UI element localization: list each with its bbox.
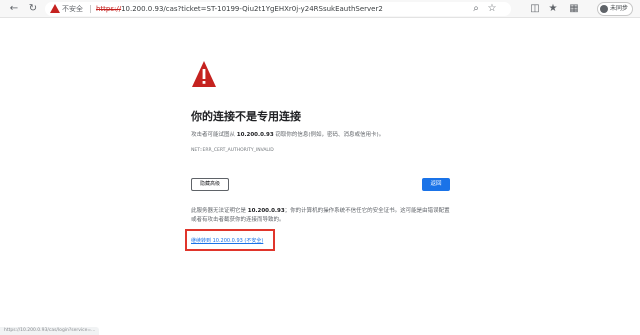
desc-suffix: 窃取你的信息(例如，密码、消息或信用卡)。 — [275, 132, 385, 138]
address-bar[interactable]: 不安全 https://10.200.0.93/cas?ticket=ST-10… — [45, 2, 511, 16]
profile-label: 未同步 — [610, 5, 629, 12]
back-button[interactable]: 返回 — [422, 178, 450, 191]
back-icon[interactable]: ← — [7, 2, 21, 16]
zoom-icon[interactable]: ⌕ — [469, 2, 483, 16]
url-text[interactable]: https://10.200.0.93/cas?ticket=ST-10199-… — [96, 3, 383, 15]
profile-button[interactable]: 未同步 — [597, 2, 633, 16]
warning-icon — [50, 4, 60, 13]
address-divider — [90, 5, 91, 13]
favorites-icon[interactable]: ★ — [546, 2, 560, 16]
avatar — [600, 5, 608, 13]
refresh-icon[interactable]: ↻ — [26, 2, 40, 16]
extensions-icon[interactable]: ▦ — [567, 2, 581, 16]
hide-advanced-button[interactable]: 隐藏高级 — [191, 178, 229, 191]
detail-host: 10.200.0.93 — [247, 208, 285, 214]
desc-host: 10.200.0.93 — [236, 132, 274, 138]
page-title: 你的连接不是专用连接 — [191, 110, 301, 123]
error-code[interactable]: NET::ERR_CERT_AUTHORITY_INVALID — [191, 148, 274, 153]
browser-toolbar: ← ↻ 不安全 https://10.200.0.93/cas?ticket=S… — [0, 0, 640, 18]
warning-triangle-icon — [192, 61, 216, 87]
split-screen-icon[interactable]: ◫ — [528, 2, 542, 16]
star-icon[interactable]: ☆ — [485, 2, 499, 16]
advanced-detail-text: 此服务器无法证明它是 10.200.0.93；你的计算机的操作系统不信任它的安全… — [191, 207, 453, 225]
security-label[interactable]: 不安全 — [62, 3, 83, 15]
desc-prefix: 攻击者可能试图从 — [191, 132, 236, 138]
detail-prefix: 此服务器无法证明它是 — [191, 208, 247, 214]
url-path: 10.200.0.93/cas?ticket=ST-10199-Qiu2t1Yg… — [121, 5, 383, 13]
status-bar-url: https://10.200.0.93/cas/login?service=..… — [0, 327, 100, 335]
highlight-box — [185, 229, 275, 251]
url-scheme: https:// — [96, 5, 122, 13]
error-description: 攻击者可能试图从 10.200.0.93 窃取你的信息(例如，密码、消息或信用卡… — [191, 130, 384, 138]
